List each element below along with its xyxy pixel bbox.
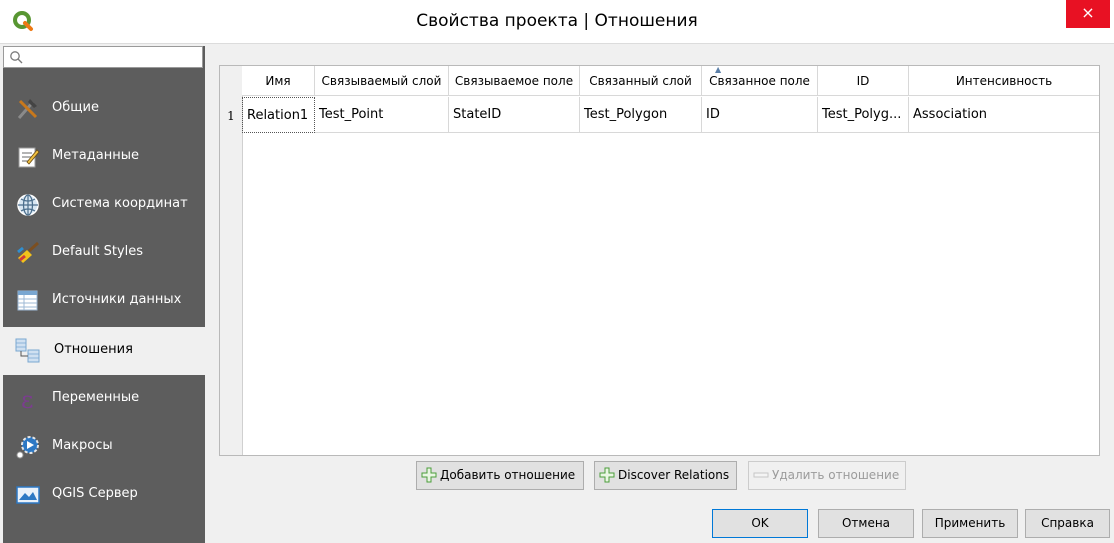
table-cell[interactable]: Relation1 [242,97,315,133]
server-icon [16,486,40,504]
remove-relation-button[interactable]: Удалить отношение [748,461,906,490]
tools-icon [17,99,38,119]
table-cell[interactable]: Association [909,97,1099,133]
remove-relation-label: Удалить отношение [772,468,900,482]
macros-icon [16,436,39,459]
sidebar-item-label: Макросы [52,438,113,453]
sidebar-item-label: Система координат [52,196,188,211]
sidebar-item-data-sources[interactable]: Источники данных [3,277,205,325]
discover-relations-button[interactable]: Discover Relations [594,461,737,490]
sidebar-item-label: Default Styles [52,244,144,259]
help-button[interactable]: Справка [1025,509,1110,538]
sidebar-item-relations[interactable]: Отношения [3,327,205,375]
apply-button[interactable]: Применить [922,509,1018,538]
sidebar-item-qgis-server[interactable]: QGIS Сервер [3,471,205,519]
sidebar-item-label: Отношения [54,342,133,357]
add-icon [421,467,437,483]
remove-icon [753,472,769,478]
search-icon [10,51,23,64]
apply-label: Применить [934,516,1006,530]
column-header-id[interactable]: ID [818,66,909,96]
table-cell[interactable]: Test_Point [315,97,449,133]
sidebar-item-label: QGIS Сервер [52,486,138,501]
sidebar-item-default-styles[interactable]: Default Styles [3,229,205,277]
search-input[interactable] [3,46,203,68]
paint-brush-icon [17,241,39,263]
add-icon [599,467,615,483]
data-sources-icon [17,290,38,311]
column-header-referencing-field[interactable]: Связываемое поле [449,66,580,96]
table-cell[interactable]: StateID [449,97,580,133]
sidebar-item-label: Метаданные [52,148,139,163]
sidebar-item-metadata[interactable]: Метаданные [3,133,205,181]
row-number[interactable]: 1 [220,97,242,133]
globe-icon [17,194,39,216]
cancel-button[interactable]: Отмена [818,509,914,538]
metadata-icon [18,147,40,168]
column-header-strength[interactable]: Интенсивность [909,66,1099,96]
title-bar: Свойства проекта | Отношения × [0,0,1114,44]
sidebar-item-label: Источники данных [52,292,182,307]
column-header-name[interactable]: Имя [242,66,315,96]
discover-relations-label: Discover Relations [618,468,730,482]
column-header-referenced-layer[interactable]: Связанный слой [580,66,702,96]
sidebar-item-variables[interactable]: ε Переменные [3,375,205,423]
variables-icon: ε [21,386,33,412]
sidebar-item-macros[interactable]: Макросы [3,423,205,471]
sidebar-item-label: Общие [52,100,99,115]
sidebar-item-general[interactable]: Общие [3,85,205,133]
svg-text:ε: ε [21,386,33,412]
relations-table[interactable]: Имя Связываемый слой Связываемое поле Св… [219,65,1100,456]
sidebar-item-crs[interactable]: Система координат [3,181,205,229]
cancel-label: Отмена [841,516,891,530]
sidebar-item-label: Переменные [52,390,140,405]
sort-ascending-icon: ▲ [715,65,722,74]
help-label: Справка [1041,516,1094,530]
add-relation-label: Добавить отношение [440,468,576,482]
window-title: Свойства проекта | Отношения [416,11,698,31]
close-button[interactable]: × [1066,0,1110,28]
ok-label: OK [751,516,769,530]
add-relation-button[interactable]: Добавить отношение [416,461,584,490]
sidebar: Общие Метаданные Система координат Defau… [3,46,205,543]
table-cell[interactable]: ID [702,97,818,133]
table-cell[interactable]: Test_Polygon [580,97,702,133]
ok-button[interactable]: OK [712,509,808,538]
column-header-referencing-layer[interactable]: Связываемый слой [315,66,449,96]
table-cell[interactable]: Test_Polyg... [818,97,909,133]
relations-icon [15,338,40,363]
